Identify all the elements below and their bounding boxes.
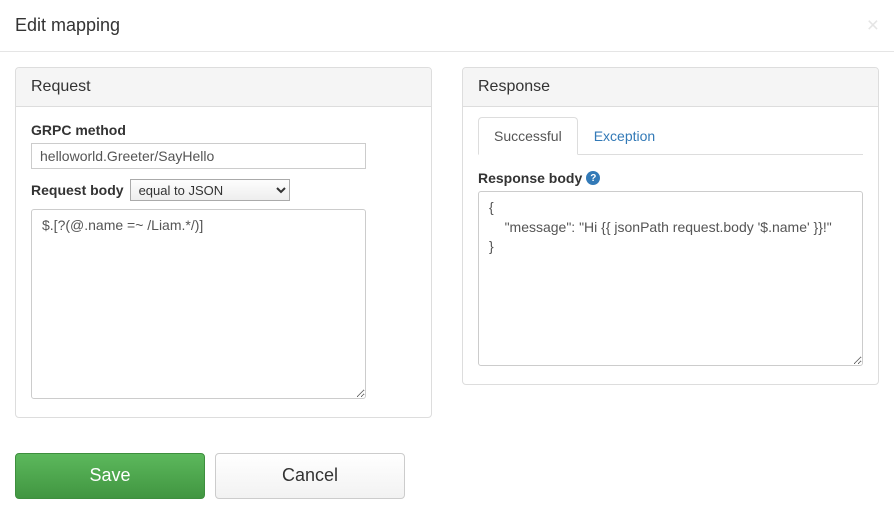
modal-header: Edit mapping × [0, 0, 894, 52]
response-panel-title: Response [463, 68, 878, 107]
request-panel: Request GRPC method Request body equal t… [15, 67, 432, 418]
save-button[interactable]: Save [15, 453, 205, 499]
grpc-method-label: GRPC method [31, 122, 126, 138]
grpc-method-input[interactable] [31, 143, 366, 169]
help-icon[interactable]: ? [586, 171, 600, 185]
body-match-select[interactable]: equal to JSON [130, 179, 290, 201]
response-body-textarea[interactable] [478, 191, 863, 366]
modal-body: Request GRPC method Request body equal t… [0, 52, 894, 453]
close-icon[interactable]: × [867, 15, 879, 36]
response-panel: Response Successful Exception Response b… [462, 67, 879, 385]
request-body-label: Request body [31, 182, 124, 198]
response-body-label: Response body [478, 170, 582, 186]
tab-exception[interactable]: Exception [578, 117, 671, 155]
modal-title: Edit mapping [15, 15, 120, 36]
request-body-textarea[interactable] [31, 209, 366, 399]
tab-successful[interactable]: Successful [478, 117, 578, 155]
request-panel-title: Request [16, 68, 431, 107]
cancel-button[interactable]: Cancel [215, 453, 405, 499]
response-tabs: Successful Exception [478, 117, 863, 155]
action-buttons: Save Cancel [0, 453, 894, 514]
